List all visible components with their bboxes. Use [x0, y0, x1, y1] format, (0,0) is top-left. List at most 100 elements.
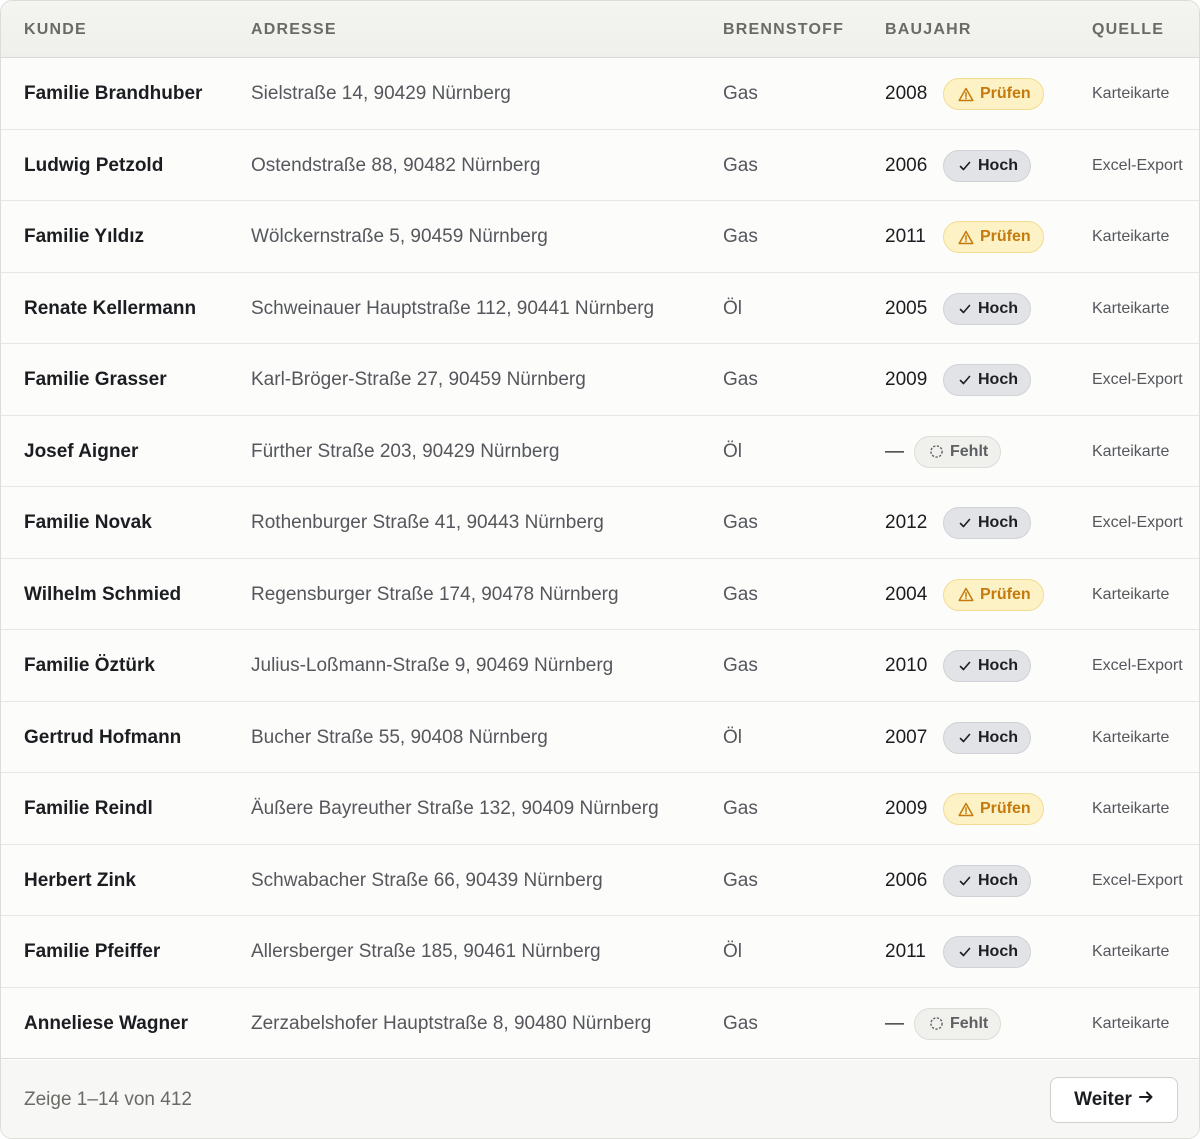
build-year: 2012 — [885, 512, 928, 533]
customer-name: Familie Öztürk — [24, 655, 155, 676]
data-source: Karteikarte — [1092, 228, 1170, 245]
fuel-type: Öl — [723, 726, 742, 748]
fuel-type: Gas — [723, 869, 758, 891]
fuel-type: Gas — [723, 798, 758, 819]
status-label: Hoch — [978, 728, 1018, 746]
customer-name: Wilhelm Schmied — [24, 583, 182, 605]
status-badge: Hoch — [943, 650, 1031, 682]
dashed-circle-icon — [929, 444, 944, 459]
build-year: — — [885, 440, 904, 462]
customer-name: Herbert Zink — [24, 869, 136, 891]
data-source: Karteikarte — [1092, 299, 1170, 317]
status-label: Fehlt — [950, 1014, 989, 1032]
check-icon — [958, 159, 972, 173]
table-row[interactable]: Wilhelm Schmied Regensburger Straße 174, … — [1, 558, 1199, 630]
fuel-type: Öl — [723, 440, 742, 462]
status-badge: Hoch — [943, 292, 1031, 325]
status-label: Hoch — [978, 156, 1018, 174]
table-row[interactable]: Familie Pfeiffer Allersberger Straße 185,… — [1, 916, 1199, 988]
status-badge: Prüfen — [943, 793, 1044, 825]
column-header-brennstoff[interactable]: BRENNSTOFF — [723, 1, 844, 58]
table-row[interactable]: Familie Brandhuber Sielstraße 14, 90429 N… — [1, 58, 1199, 130]
status-badge: Hoch — [943, 507, 1031, 539]
fuel-type: Gas — [723, 512, 758, 533]
customer-address: Ostendstraße 88, 90482 Nürnberg — [251, 154, 541, 176]
next-page-button[interactable]: Weiter — [1050, 1077, 1178, 1123]
customer-name: Gertrud Hofmann — [24, 726, 182, 748]
customer-name: Familie Novak — [24, 512, 152, 533]
customer-address: Sielstraße 14, 90429 Nürnberg — [251, 83, 511, 104]
table-row[interactable]: Familie Öztürk Julius-Loßmann-Straße 9, 9… — [1, 630, 1199, 702]
customer-address: Fürther Straße 203, 90429 Nürnberg — [251, 440, 560, 462]
column-header-quelle[interactable]: QUELLE — [1092, 1, 1164, 58]
check-icon — [958, 302, 972, 316]
data-source: Karteikarte — [1092, 1014, 1170, 1032]
customer-address: Schweinauer Hauptstraße 112, 90441 Nürnb… — [251, 297, 655, 319]
status-badge: Fehlt — [914, 1007, 1002, 1040]
customer-address: Karl-Bröger-Straße 27, 90459 Nürnberg — [251, 369, 586, 390]
fuel-type: Gas — [723, 655, 758, 676]
table-row[interactable]: Familie Reindl Äußere Bayreuther Straße 1… — [1, 773, 1199, 845]
column-header-adresse[interactable]: ADRESSE — [251, 1, 337, 58]
data-source: Excel-Export — [1092, 156, 1183, 174]
customer-name: Josef Aigner — [24, 440, 139, 462]
warning-triangle-icon — [958, 87, 974, 102]
table-row[interactable]: Familie Grasser Karl-Bröger-Straße 27, 90… — [1, 344, 1199, 416]
fuel-type: Gas — [723, 226, 758, 247]
dashed-circle-icon — [929, 1016, 944, 1031]
fuel-type: Öl — [723, 941, 742, 962]
column-header-kunde[interactable]: KUNDE — [24, 1, 87, 58]
status-badge: Hoch — [943, 149, 1031, 182]
customer-address: Äußere Bayreuther Straße 132, 90409 Nürn… — [251, 798, 659, 819]
status-label: Hoch — [978, 871, 1018, 889]
status-label: Prüfen — [980, 228, 1031, 245]
customer-name: Familie Yıldız — [24, 226, 145, 247]
table-row[interactable]: Josef Aigner Fürther Straße 203, 90429 Nü… — [1, 415, 1199, 487]
customer-address: Bucher Straße 55, 90408 Nürnberg — [251, 726, 548, 748]
check-icon — [958, 874, 972, 888]
fuel-type: Öl — [723, 297, 742, 319]
data-source: Karteikarte — [1092, 800, 1170, 817]
table-footer: Zeige 1–14 von 412 Weiter — [1, 1060, 1199, 1138]
table-row[interactable]: Herbert Zink Schwabacher Straße 66, 90439… — [1, 844, 1199, 916]
build-year: 2005 — [885, 297, 928, 319]
build-year: 2006 — [885, 154, 928, 176]
fuel-type: Gas — [723, 1012, 758, 1034]
table-row[interactable]: Anneliese Wagner Zerzabelshofer Hauptstra… — [1, 987, 1199, 1059]
customer-address: Rothenburger Straße 41, 90443 Nürnberg — [251, 512, 604, 533]
build-year: 2007 — [885, 726, 928, 748]
data-source: Excel-Export — [1092, 657, 1183, 674]
customer-address: Schwabacher Straße 66, 90439 Nürnberg — [251, 869, 603, 891]
status-label: Prüfen — [980, 85, 1031, 102]
customer-address: Wölckernstraße 5, 90459 Nürnberg — [251, 226, 548, 247]
status-label: Prüfen — [980, 585, 1031, 603]
table-row[interactable]: Renate Kellermann Schweinauer Hauptstraße… — [1, 272, 1199, 344]
status-badge: Prüfen — [943, 78, 1044, 110]
customer-name: Familie Reindl — [24, 798, 153, 819]
customer-name: Anneliese Wagner — [24, 1012, 189, 1034]
table-row[interactable]: Ludwig Petzold Ostendstraße 88, 90482 Nür… — [1, 129, 1199, 201]
warning-triangle-icon — [958, 230, 974, 245]
check-icon — [958, 516, 972, 530]
data-source: Excel-Export — [1092, 871, 1183, 889]
build-year: 2010 — [885, 655, 928, 676]
fuel-type: Gas — [723, 583, 758, 605]
data-source: Excel-Export — [1092, 514, 1183, 531]
customer-address: Allersberger Straße 185, 90461 Nürnberg — [251, 941, 601, 962]
table-row[interactable]: Familie Yıldız Wölckernstraße 5, 90459 Nü… — [1, 201, 1199, 273]
build-year: 2011 — [885, 941, 926, 962]
status-label: Hoch — [978, 371, 1018, 388]
customer-name: Renate Kellermann — [24, 297, 197, 319]
build-year: 2004 — [885, 583, 928, 605]
status-badge: Hoch — [943, 721, 1031, 754]
build-year: — — [885, 1012, 904, 1034]
table-row[interactable]: Gertrud Hofmann Bucher Straße 55, 90408 N… — [1, 701, 1199, 773]
data-source: Karteikarte — [1092, 943, 1170, 960]
table-row[interactable]: Familie Novak Rothenburger Straße 41, 904… — [1, 487, 1199, 559]
next-page-label: Weiter — [1074, 1089, 1132, 1110]
data-source: Excel-Export — [1092, 371, 1183, 388]
status-label: Hoch — [978, 943, 1018, 960]
column-header-baujahr[interactable]: BAUJAHR — [885, 1, 972, 58]
arrow-right-icon — [1138, 1089, 1154, 1111]
warning-triangle-icon — [958, 587, 974, 602]
